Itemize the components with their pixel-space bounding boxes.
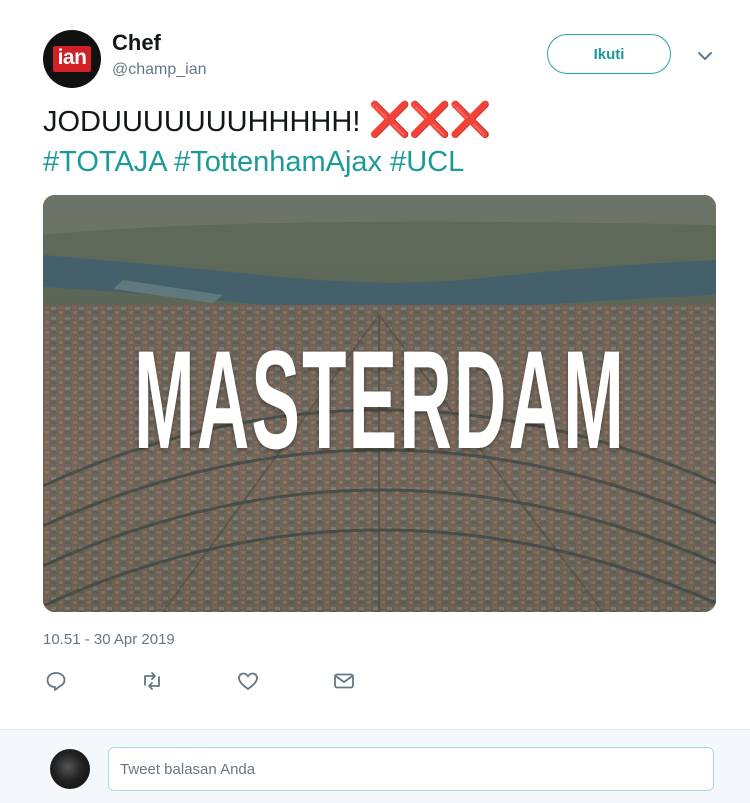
tweet-media-image[interactable] xyxy=(43,195,716,612)
hashtag-link[interactable]: #TottenhamAjax xyxy=(174,146,382,178)
like-icon[interactable] xyxy=(235,668,261,694)
tweet-text: JODUUUUUUUHHHHH! ❌❌❌ xyxy=(43,100,491,142)
avatar-logo-text: ian xyxy=(52,46,92,72)
aerial-city-photo xyxy=(43,195,716,612)
message-icon[interactable] xyxy=(331,668,357,694)
author-name[interactable]: Chef xyxy=(112,30,161,56)
author-handle[interactable]: @champ_ian xyxy=(112,61,207,79)
tweet-actions xyxy=(0,668,750,694)
reply-icon[interactable] xyxy=(43,668,69,694)
reply-composer: Tweet balasan Anda xyxy=(0,729,750,803)
cross-mark-emoji: ❌❌❌ xyxy=(368,101,491,139)
follow-button[interactable]: Ikuti xyxy=(547,34,671,74)
author-avatar[interactable]: ian xyxy=(43,30,101,88)
tweet-timestamp[interactable]: 10.51 - 30 Apr 2019 xyxy=(43,631,175,648)
hashtag-link[interactable]: #TOTAJA xyxy=(43,146,166,178)
chevron-down-icon[interactable] xyxy=(695,46,715,66)
hashtag-link[interactable]: #UCL xyxy=(390,146,464,178)
user-avatar xyxy=(50,749,90,789)
reply-input[interactable]: Tweet balasan Anda xyxy=(108,747,714,791)
retweet-icon[interactable] xyxy=(139,668,165,694)
hashtag-line: #TOTAJA #TottenhamAjax #UCL xyxy=(43,142,464,182)
tweet-text-body: JODUUUUUUUHHHHH! xyxy=(43,106,361,138)
